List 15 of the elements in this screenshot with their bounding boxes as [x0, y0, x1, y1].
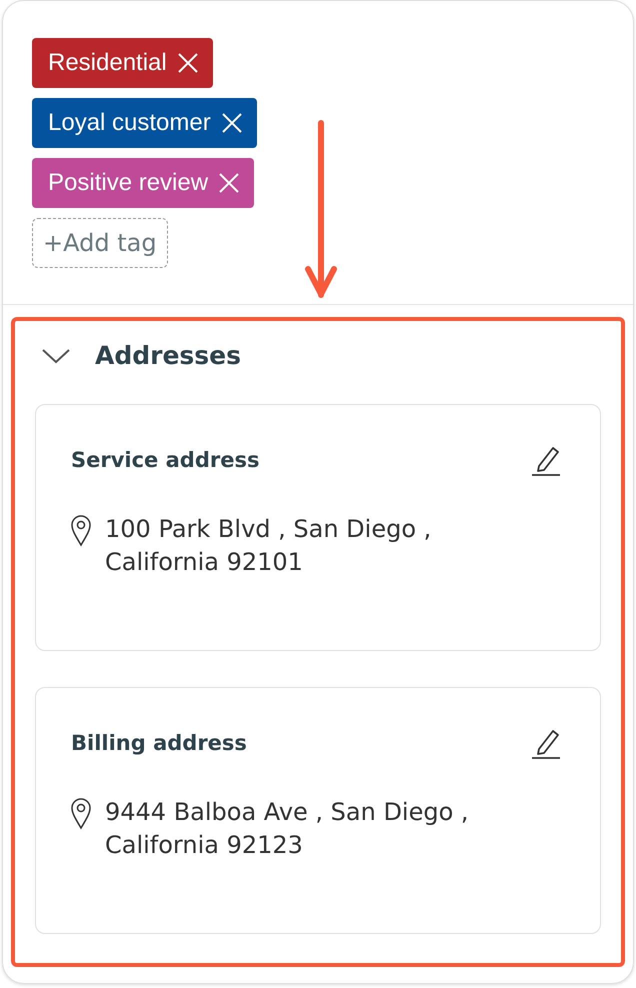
close-icon[interactable]: [220, 112, 243, 134]
location-pin-icon: [71, 798, 91, 830]
card-title: Billing address: [71, 731, 247, 755]
tag[interactable]: Loyal customer: [32, 98, 257, 148]
tag[interactable]: Residential: [32, 38, 213, 88]
address-text: 9444 Balboa Ave , San Diego , California 92123: [105, 797, 470, 861]
card-title: Service address: [71, 448, 260, 472]
section-title: Addresses: [95, 341, 242, 370]
add-tag-button[interactable]: +Add tag: [32, 218, 168, 268]
chevron-icon[interactable]: [41, 346, 71, 364]
close-icon[interactable]: [176, 52, 199, 74]
location-pin-icon: [71, 515, 91, 547]
address-text: 100 Park Blvd , San Diego , California 92101: [105, 514, 432, 578]
tag[interactable]: Positive review: [32, 158, 254, 208]
close-icon[interactable]: [218, 172, 240, 194]
